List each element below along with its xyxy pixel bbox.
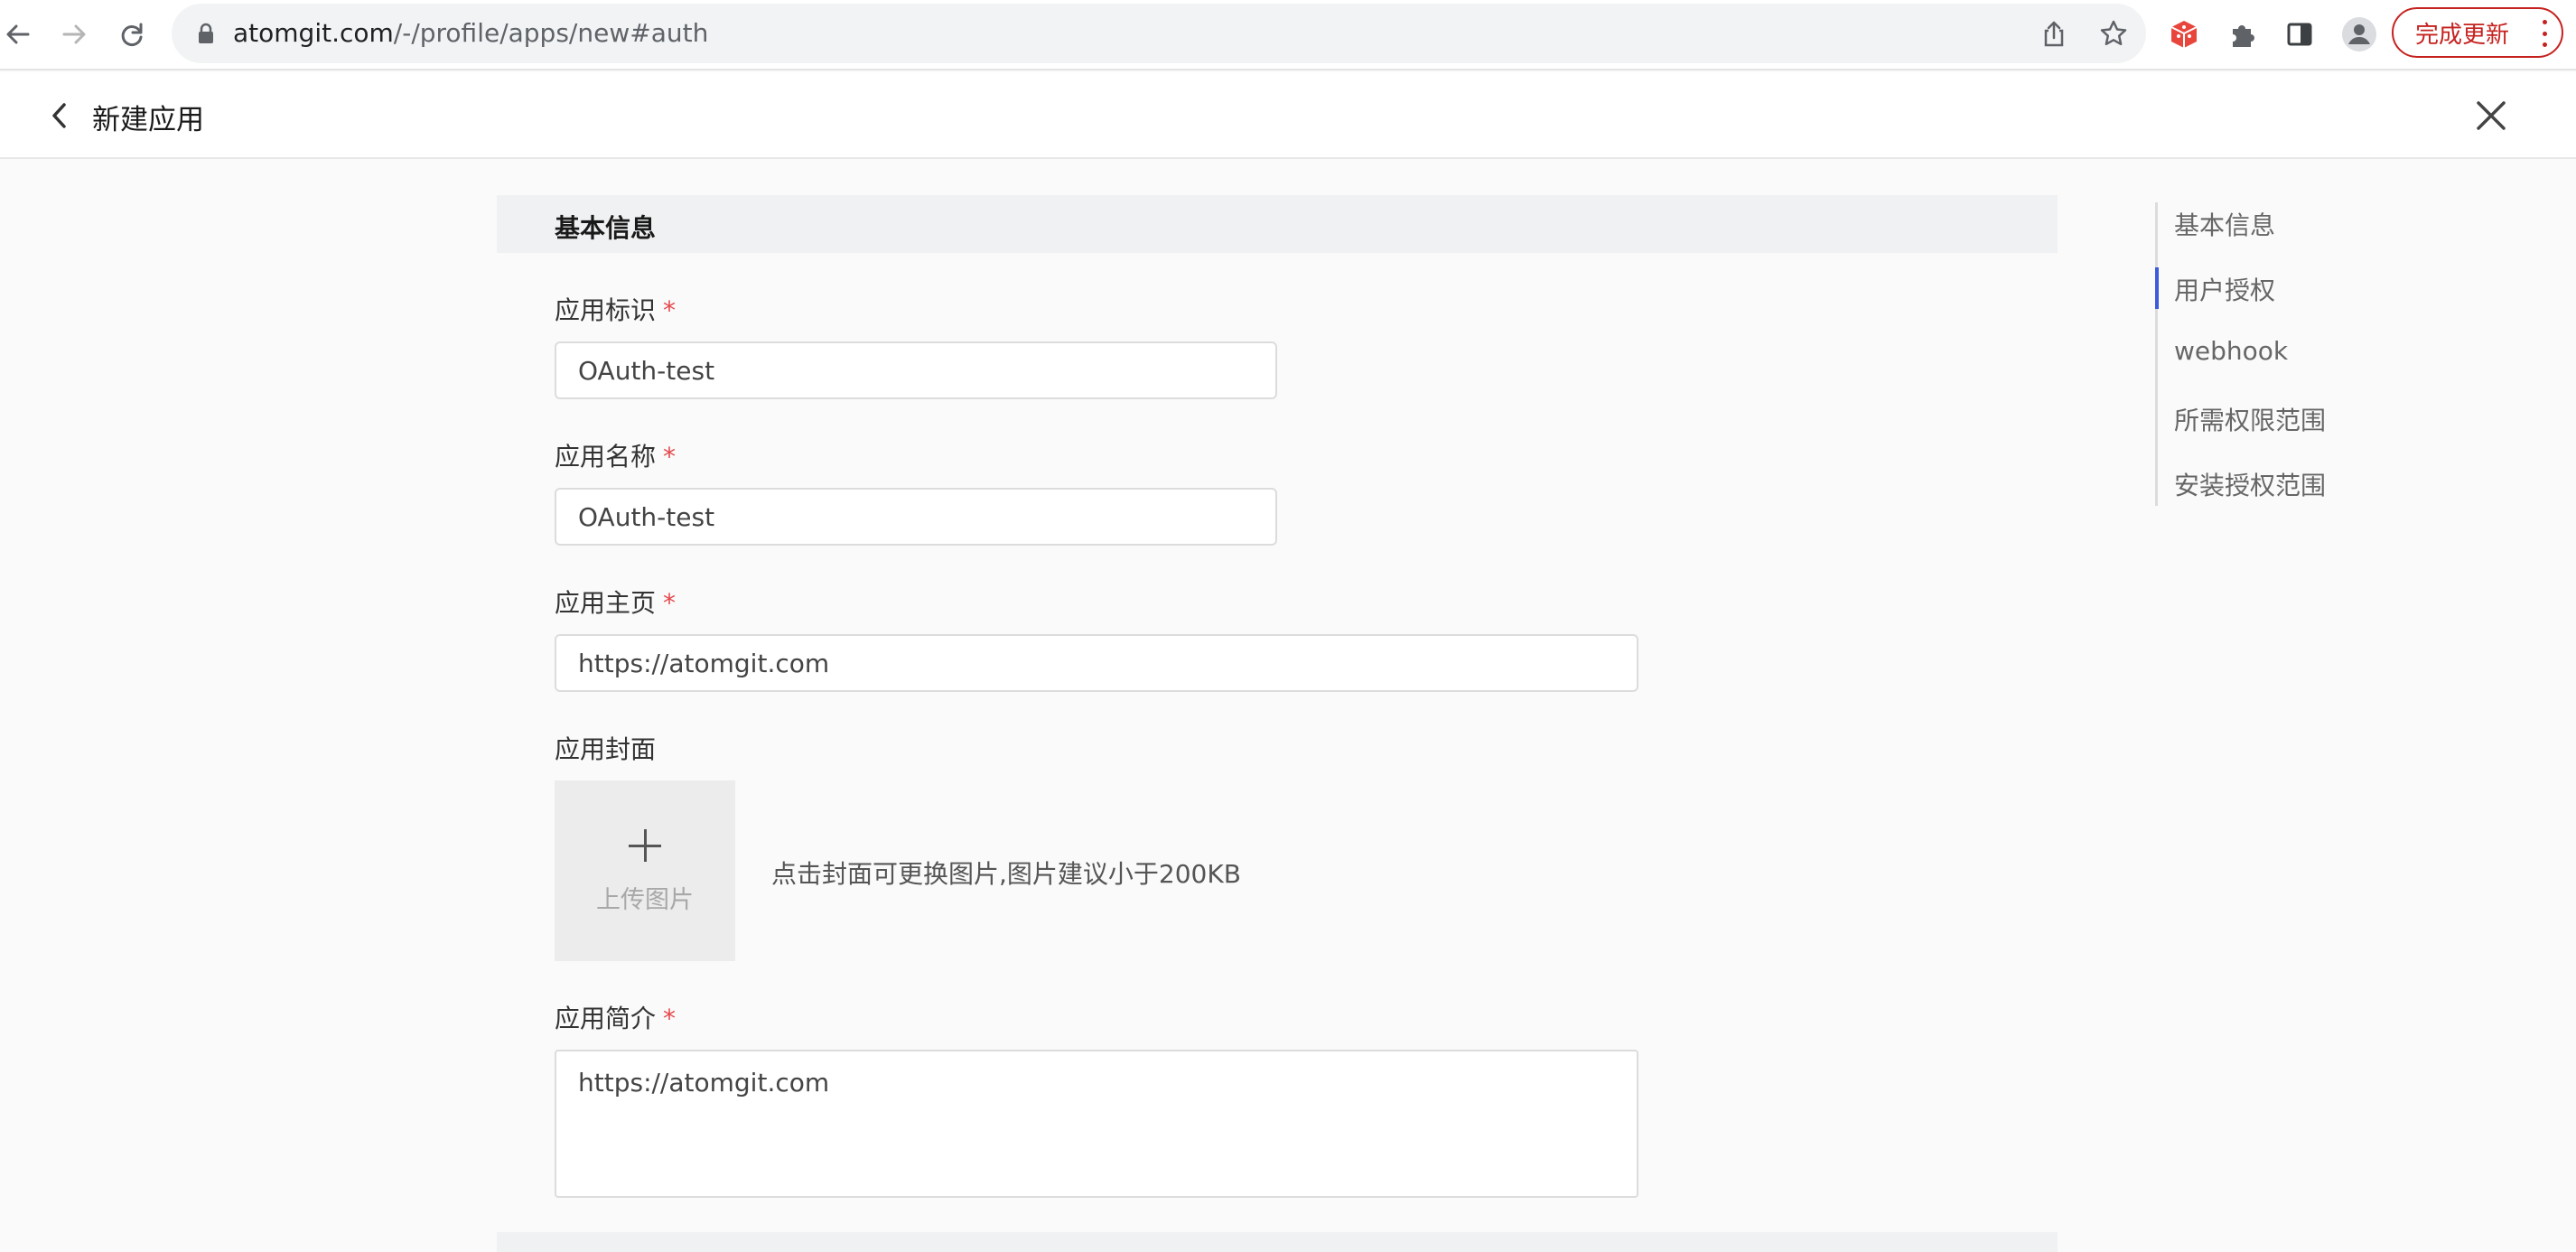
next-section-header (497, 1232, 2058, 1252)
extensions-puzzle-icon[interactable] (2222, 14, 2262, 54)
forward-arrow-icon[interactable] (56, 16, 92, 52)
app-name-label-text: 应用名称 (555, 442, 657, 472)
lock-icon[interactable] (188, 15, 224, 51)
extension-cube-icon[interactable] (2164, 14, 2204, 54)
profile-avatar-icon[interactable] (2339, 14, 2379, 54)
anchor-nav: 基本信息 用户授权 webhook 所需权限范围 安装授权范围 (2155, 202, 2336, 506)
app-id-input[interactable]: OAuth-test (555, 341, 1277, 399)
app-name-value: OAuth-test (578, 501, 715, 532)
description-value: https://atomgit.com (578, 1068, 830, 1098)
app-id-value: OAuth-test (578, 355, 715, 386)
update-button[interactable]: 完成更新 (2392, 7, 2563, 58)
anchor-item-permission-scope[interactable]: 所需权限范围 (2174, 401, 2326, 437)
cover-upload-button[interactable]: 上传图片 (555, 780, 735, 961)
cover-label: 应用封面 (555, 730, 656, 766)
required-mark: * (663, 588, 677, 618)
anchor-active-indicator (2155, 267, 2159, 309)
update-button-label: 完成更新 (2415, 21, 2510, 49)
required-mark: * (663, 295, 677, 325)
back-arrow-icon[interactable] (0, 16, 36, 52)
homepage-label-text: 应用主页 (555, 588, 657, 618)
more-menu-icon[interactable] (2542, 20, 2547, 47)
required-mark: * (663, 1004, 677, 1033)
description-label: 应用简介 * (555, 999, 676, 1035)
cover-label-text: 应用封面 (555, 734, 657, 764)
section-title: 基本信息 (555, 213, 657, 243)
description-label-text: 应用简介 (555, 1004, 657, 1033)
url-path: /-/profile/apps/new#auth (393, 18, 709, 48)
anchor-item-user-auth[interactable]: 用户授权 (2174, 271, 2275, 307)
share-icon[interactable] (2036, 15, 2072, 51)
app-name-input[interactable]: OAuth-test (555, 488, 1277, 546)
url-text: atomgit.com/-/profile/apps/new#auth (233, 18, 708, 48)
browser-toolbar: atomgit.com/-/profile/apps/new#auth 完成更新 (0, 0, 2576, 70)
required-mark: * (663, 442, 677, 472)
page-header: 新建应用 (0, 72, 2576, 159)
page-title: 新建应用 (92, 104, 204, 136)
reload-icon[interactable] (114, 16, 150, 52)
section-header: 基本信息 (497, 195, 2058, 253)
plus-icon (627, 827, 663, 864)
close-icon[interactable] (2469, 94, 2513, 137)
homepage-input[interactable]: https://atomgit.com (555, 634, 1638, 692)
description-textarea[interactable]: https://atomgit.com (555, 1050, 1638, 1198)
anchor-item-install-scope[interactable]: 安装授权范围 (2174, 466, 2326, 502)
app-id-label-text: 应用标识 (555, 295, 657, 325)
app-id-label: 应用标识 * (555, 291, 676, 327)
anchor-item-webhook[interactable]: webhook (2174, 336, 2288, 366)
upload-label: 上传图片 (596, 885, 694, 914)
anchor-item-basic-info[interactable]: 基本信息 (2174, 206, 2275, 242)
address-bar[interactable]: atomgit.com/-/profile/apps/new#auth (172, 4, 2146, 63)
homepage-value: https://atomgit.com (578, 648, 830, 678)
url-host: atomgit.com (233, 18, 394, 48)
homepage-label: 应用主页 * (555, 584, 676, 620)
cover-hint: 点击封面可更换图片,图片建议小于200KB (771, 859, 1241, 889)
chevron-left-icon[interactable] (42, 98, 78, 134)
side-panel-icon[interactable] (2280, 14, 2319, 54)
app-name-label: 应用名称 * (555, 437, 676, 473)
bookmark-star-icon[interactable] (2095, 15, 2132, 51)
